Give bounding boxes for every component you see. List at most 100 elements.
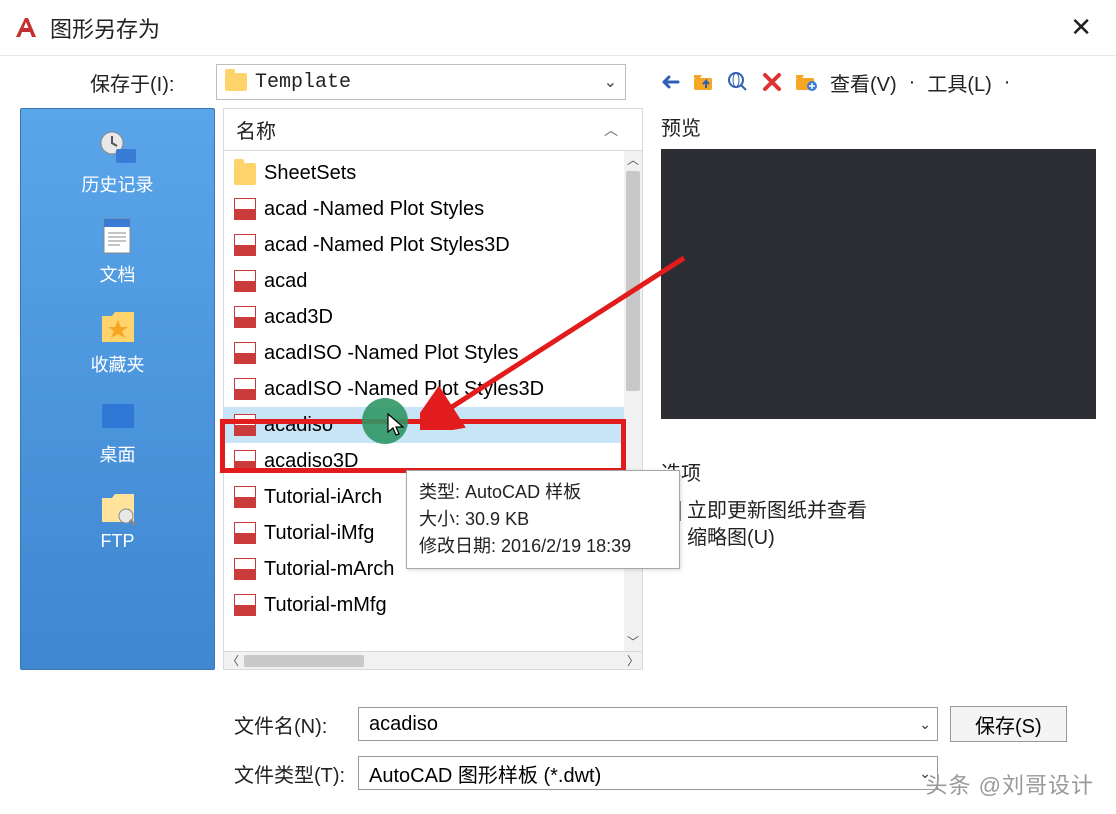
search-web-button[interactable] xyxy=(724,68,752,96)
file-pane: 名称 ︿ SheetSets acad -Named Plot Styles aca… xyxy=(223,108,643,670)
path-dropdown[interactable]: Template ⌄ xyxy=(216,64,626,100)
history-icon xyxy=(96,127,140,167)
file-name: SheetSets xyxy=(264,162,356,185)
dwt-file-icon xyxy=(234,342,256,364)
folder-icon xyxy=(225,73,247,91)
file-row[interactable]: acad3D xyxy=(224,299,624,335)
scroll-left-icon[interactable]: 〈 xyxy=(224,652,242,669)
dwt-file-icon xyxy=(234,522,256,544)
separator: · xyxy=(1002,71,1013,94)
file-row[interactable]: acadISO -Named Plot Styles3D xyxy=(224,371,624,407)
file-row[interactable]: acad -Named Plot Styles xyxy=(224,191,624,227)
app-icon xyxy=(12,14,40,42)
file-row[interactable]: acadiso xyxy=(224,407,624,443)
sidebar-documents[interactable]: 文档 xyxy=(21,211,214,297)
file-row[interactable]: acadISO -Named Plot Styles xyxy=(224,335,624,371)
save-in-label: 保存于(I): xyxy=(90,68,200,97)
sidebar-favorites[interactable]: 收藏夹 xyxy=(21,301,214,387)
filename-label: 文件名(N): xyxy=(234,710,346,739)
file-row[interactable]: SheetSets xyxy=(224,155,624,191)
scroll-thumb[interactable] xyxy=(626,171,640,391)
filename-input[interactable]: acadiso ⌄ xyxy=(358,707,938,741)
sidebar-ftp[interactable]: FTP xyxy=(21,481,214,562)
options-label: 选项 xyxy=(661,457,1096,486)
desktop-icon xyxy=(96,397,140,437)
ftp-icon xyxy=(96,487,140,527)
dialog-title: 图形另存为 xyxy=(50,12,160,44)
tools-menu[interactable]: 工具(L) xyxy=(923,66,995,99)
tooltip-type-label: 类型: xyxy=(419,482,460,502)
file-list[interactable]: SheetSets acad -Named Plot Styles acad -Na… xyxy=(224,151,624,651)
tooltip-date-label: 修改日期: xyxy=(419,536,496,556)
close-button[interactable]: ✕ xyxy=(1058,8,1104,47)
dwt-file-icon xyxy=(234,486,256,508)
chevron-down-icon: ⌄ xyxy=(604,72,617,92)
filetype-value: AutoCAD 图形样板 (*.dwt) xyxy=(369,759,601,788)
file-row[interactable]: acad -Named Plot Styles3D xyxy=(224,227,624,263)
chevron-down-icon[interactable]: ⌄ xyxy=(919,716,931,733)
sidebar-item-label: FTP xyxy=(101,531,135,552)
dwt-file-icon xyxy=(234,378,256,400)
new-folder-button[interactable] xyxy=(792,68,820,96)
file-name: Tutorial-iMfg xyxy=(264,522,374,545)
tooltip-size-label: 大小: xyxy=(419,509,460,529)
watermark: 头条 @刘哥设计 xyxy=(926,768,1094,800)
sidebar-item-label: 桌面 xyxy=(100,441,136,467)
scroll-right-icon[interactable]: 〉 xyxy=(624,652,642,669)
view-menu[interactable]: 查看(V) xyxy=(826,66,901,99)
filetype-dropdown[interactable]: AutoCAD 图形样板 (*.dwt) ⌄ xyxy=(358,756,938,790)
file-name: acadISO -Named Plot Styles xyxy=(264,342,519,365)
preview-label: 预览 xyxy=(661,112,1096,141)
dwt-file-icon xyxy=(234,198,256,220)
separator: · xyxy=(907,71,918,94)
tooltip-date-value: 2016/2/19 18:39 xyxy=(501,536,631,556)
file-row[interactable]: acad xyxy=(224,263,624,299)
file-name: acad -Named Plot Styles3D xyxy=(264,234,510,257)
dwt-file-icon xyxy=(234,414,256,436)
sidebar-history[interactable]: 历史记录 xyxy=(21,121,214,207)
places-sidebar: 历史记录 文档 收藏夹 桌面 FTP xyxy=(20,108,215,670)
sort-indicator-icon: ︿ xyxy=(604,120,618,140)
file-name: acadISO -Named Plot Styles3D xyxy=(264,378,544,401)
update-thumbnail-label: 立即更新图纸并查看 缩略图(U) xyxy=(687,498,867,552)
horizontal-scrollbar[interactable]: 〈 〉 xyxy=(223,652,643,670)
right-pane: 预览 选项 立即更新图纸并查看 缩略图(U) xyxy=(651,108,1096,670)
dwt-file-icon xyxy=(234,558,256,580)
sidebar-item-label: 收藏夹 xyxy=(91,351,145,377)
topbar: 保存于(I): Template ⌄ 查看(V) · 工具(L) · xyxy=(0,56,1116,108)
file-name: Tutorial-iArch xyxy=(264,486,382,509)
vertical-scrollbar[interactable]: ︿ ﹀ xyxy=(624,151,642,651)
tooltip-type-value: AutoCAD 样板 xyxy=(465,482,581,502)
file-name: acadiso3D xyxy=(264,450,359,473)
tooltip-size-value: 30.9 KB xyxy=(465,509,529,529)
sidebar-item-label: 历史记录 xyxy=(82,171,154,197)
scroll-thumb[interactable] xyxy=(244,655,364,667)
file-row[interactable]: Tutorial-mMfg xyxy=(224,587,624,623)
documents-icon xyxy=(96,217,140,257)
filetype-label: 文件类型(T): xyxy=(234,759,346,788)
file-name: acad xyxy=(264,270,307,293)
file-tooltip: 类型: AutoCAD 样板 大小: 30.9 KB 修改日期: 2016/2/… xyxy=(406,470,680,569)
dwt-file-icon xyxy=(234,270,256,292)
scroll-down-icon[interactable]: ﹀ xyxy=(627,633,639,651)
file-name: acad3D xyxy=(264,306,333,329)
file-name: acadiso xyxy=(264,414,333,437)
dwt-file-icon xyxy=(234,594,256,616)
delete-button[interactable] xyxy=(758,68,786,96)
sidebar-desktop[interactable]: 桌面 xyxy=(21,391,214,477)
up-folder-button[interactable] xyxy=(690,68,718,96)
scroll-up-icon[interactable]: ︿ xyxy=(627,151,639,169)
folder-icon xyxy=(234,163,256,185)
sidebar-item-label: 文档 xyxy=(100,261,136,287)
dwt-file-icon xyxy=(234,306,256,328)
titlebar: 图形另存为 ✕ xyxy=(0,0,1116,56)
file-name: Tutorial-mArch xyxy=(264,558,394,581)
favorites-icon xyxy=(96,307,140,347)
back-button[interactable] xyxy=(656,68,684,96)
save-button[interactable]: 保存(S) xyxy=(950,706,1067,742)
filename-value: acadiso xyxy=(369,713,438,736)
column-header-row[interactable]: 名称 ︿ xyxy=(223,108,643,150)
column-name[interactable]: 名称 xyxy=(224,109,604,150)
cursor-icon xyxy=(386,412,406,438)
path-text: Template xyxy=(255,71,351,94)
